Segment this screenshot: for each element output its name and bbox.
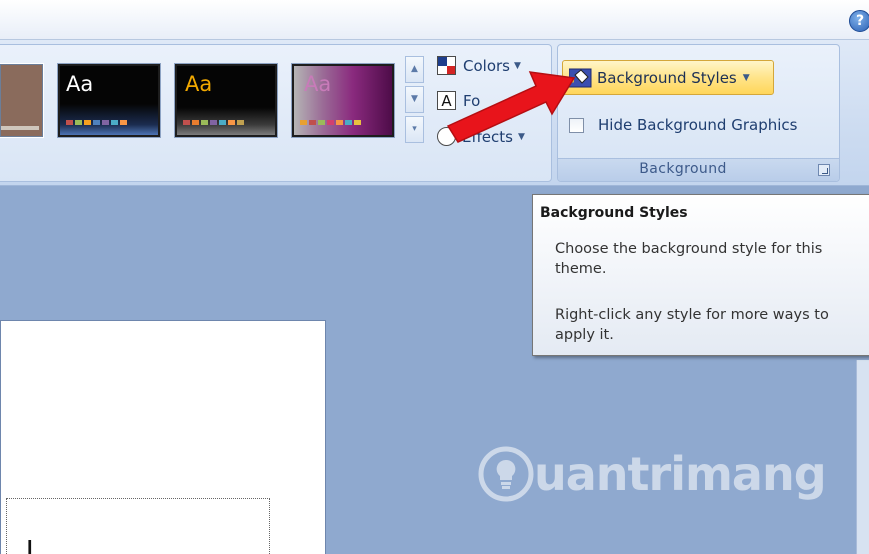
- gallery-scroll-up-button[interactable]: ▲: [405, 56, 424, 83]
- color-swatch: [219, 120, 226, 125]
- color-swatch: [237, 120, 244, 125]
- watermark: uantrimang: [478, 446, 827, 502]
- theme-swatches: [66, 120, 127, 125]
- chevron-down-icon: ▼: [742, 72, 750, 83]
- chevron-up-icon: ▲: [411, 64, 418, 74]
- theme-thumbnail-1[interactable]: Aa: [57, 63, 161, 138]
- color-swatch: [192, 120, 199, 125]
- color-swatch: [111, 120, 118, 125]
- gallery-more-button[interactable]: ▾: [405, 116, 424, 143]
- theme-thumbnail-0[interactable]: [0, 63, 44, 138]
- theme-preview-text: Aa: [304, 72, 332, 96]
- vertical-scrollbar[interactable]: [856, 360, 869, 554]
- hide-background-graphics-label[interactable]: Hide Background Graphics: [598, 116, 797, 134]
- color-swatch: [183, 120, 190, 125]
- color-swatch: [66, 120, 73, 125]
- color-swatch: [309, 120, 316, 125]
- tooltip-description: Choose the background style for this the…: [555, 241, 823, 277]
- color-swatch: [102, 120, 109, 125]
- tooltip-title: Background Styles: [540, 205, 688, 221]
- color-swatch: [327, 120, 334, 125]
- gallery-more-icon: ▾: [412, 124, 417, 134]
- slide-text-placeholder[interactable]: [6, 498, 270, 554]
- color-swatch: [201, 120, 208, 125]
- color-swatch: [120, 120, 127, 125]
- color-swatch: [228, 120, 235, 125]
- color-swatch: [354, 120, 361, 125]
- background-styles-label: Background Styles: [597, 68, 737, 87]
- color-swatch: [300, 120, 307, 125]
- theme-swatches: [183, 120, 244, 125]
- dialog-launcher-icon[interactable]: [818, 164, 830, 176]
- watermark-text: uantrimang: [534, 447, 827, 501]
- color-swatch: [318, 120, 325, 125]
- theme-thumbnail-2[interactable]: Aa: [174, 63, 278, 138]
- tooltip-hint: Right-click any style for more ways to a…: [555, 307, 829, 343]
- color-swatch: [210, 120, 217, 125]
- theme-swatches: [300, 120, 361, 125]
- color-swatch: [93, 120, 100, 125]
- help-button[interactable]: ?: [849, 10, 869, 32]
- color-swatch: [345, 120, 352, 125]
- gallery-scroll-down-button[interactable]: ▼: [405, 86, 424, 113]
- color-swatch: [84, 120, 91, 125]
- theme-preview-text: Aa: [185, 72, 213, 96]
- background-styles-button[interactable]: Background Styles ▼: [562, 60, 774, 95]
- background-group-label: Background: [639, 161, 727, 177]
- color-swatch: [336, 120, 343, 125]
- red-arrow-annotation: [446, 71, 576, 143]
- color-swatch: [75, 120, 82, 125]
- slide-placeholder-text: ل: [12, 536, 34, 554]
- chevron-down-icon: ▼: [411, 94, 418, 104]
- theme-preview-text: Aa: [66, 72, 94, 96]
- theme-thumbnail-3[interactable]: Aa: [291, 63, 395, 138]
- lightbulb-logo-icon: [478, 446, 534, 502]
- title-bar: [0, 0, 869, 40]
